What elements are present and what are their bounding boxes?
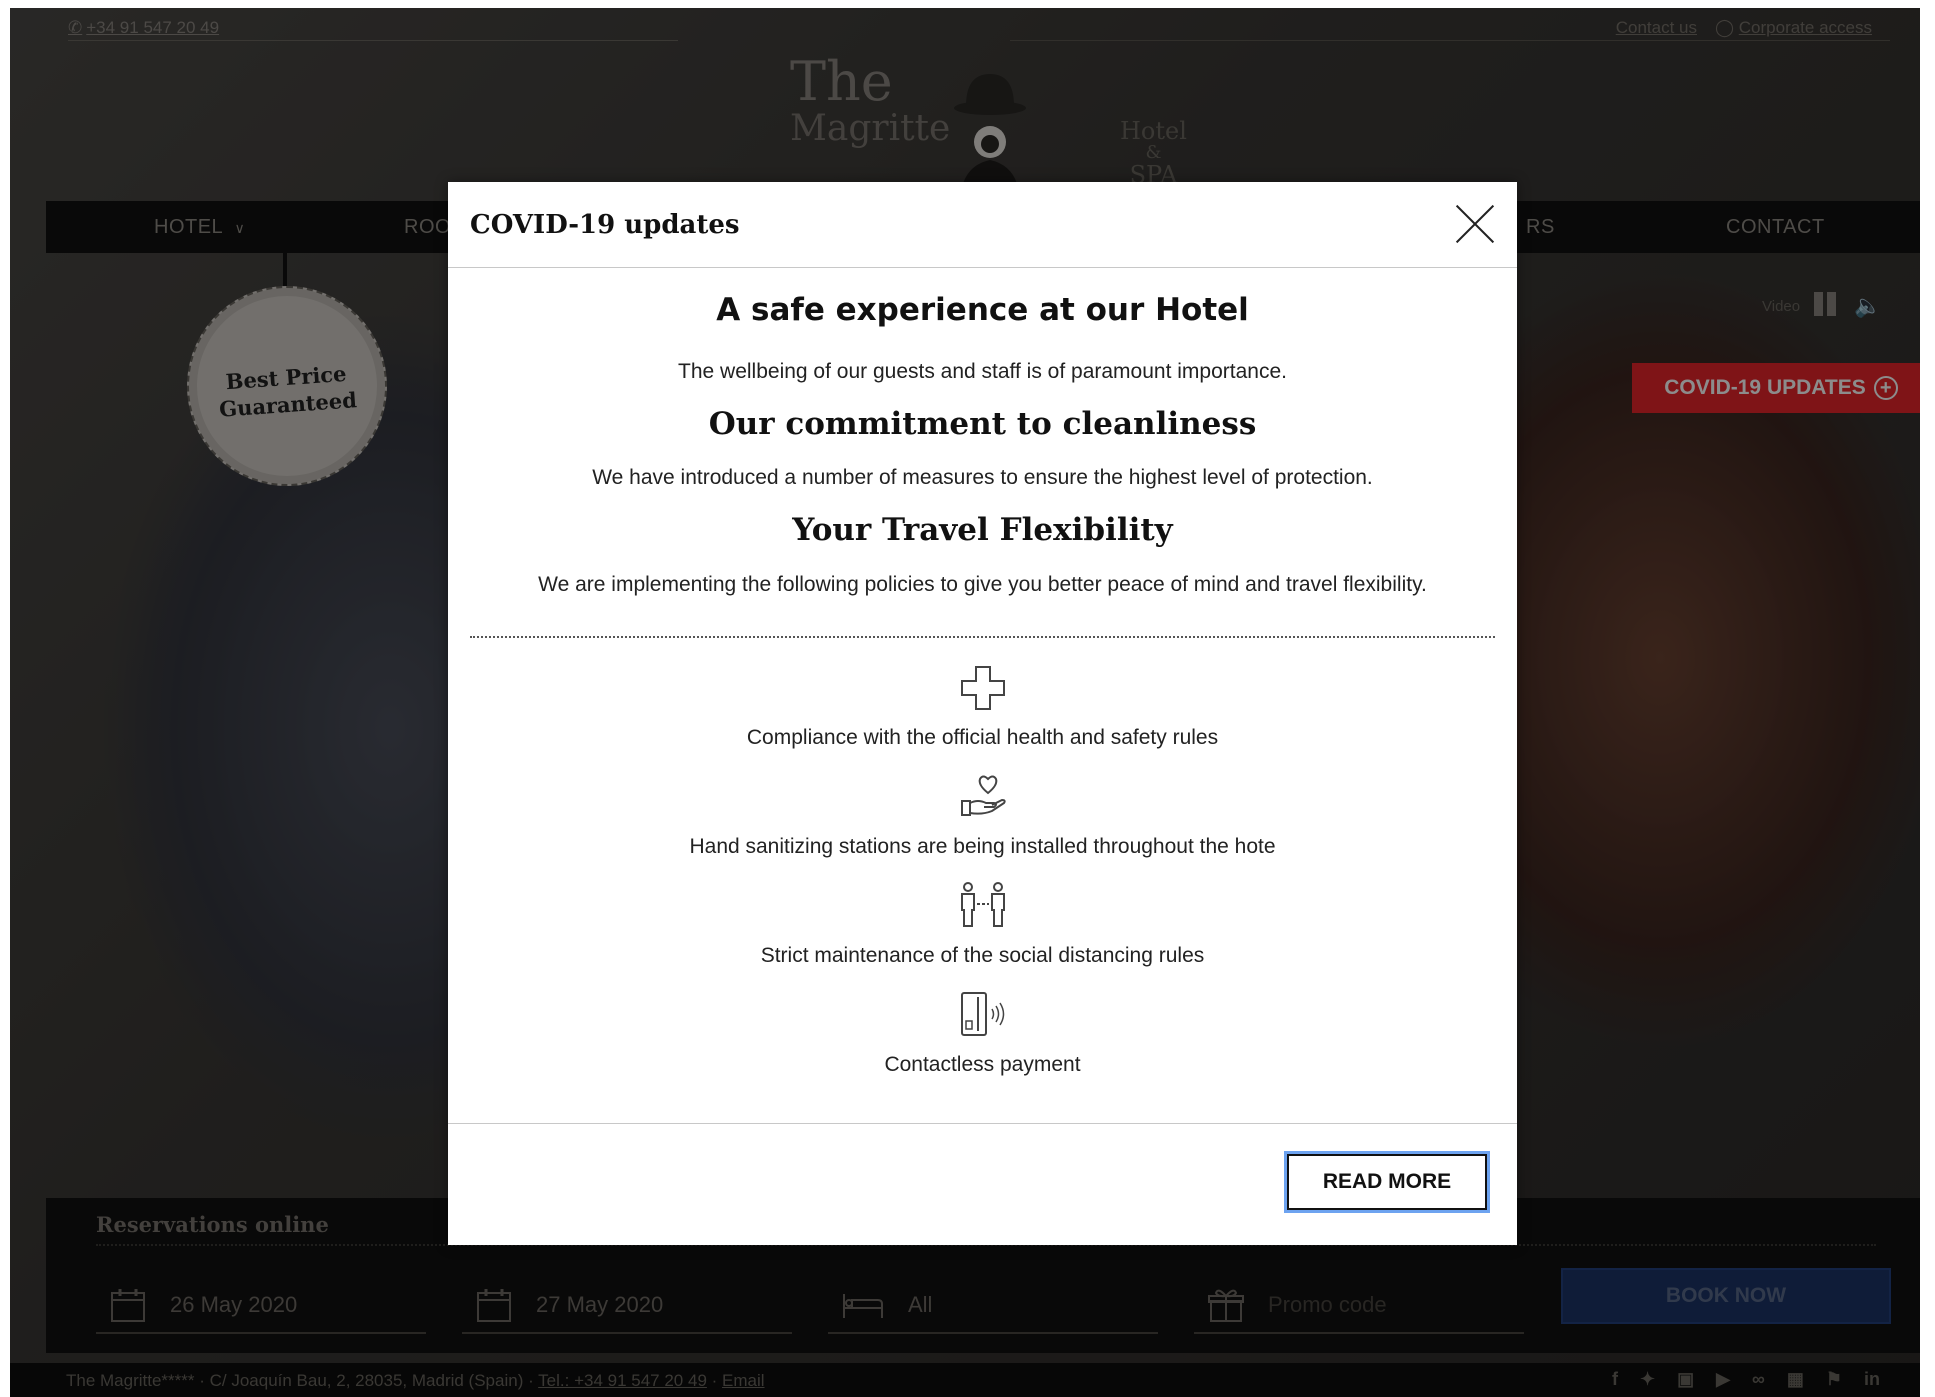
flexibility-text: We are implementing the following polici…	[538, 573, 1427, 596]
modal-body: A safe experience at our Hotel The wellb…	[448, 268, 1517, 1123]
social-distance-icon	[960, 882, 1005, 927]
cleanliness-heading: Our commitment to cleanliness	[708, 406, 1257, 442]
feature-text: Strict maintenance of the social distanc…	[760, 944, 1205, 967]
close-icon[interactable]	[1455, 204, 1495, 244]
feature-text: Hand sanitizing stations are being insta…	[689, 835, 1276, 858]
covid-updates-modal: COVID-19 updates A safe experience at ou…	[448, 182, 1517, 1245]
cleanliness-text: We have introduced a number of measures …	[592, 466, 1373, 489]
heart-hand-icon	[960, 775, 1006, 816]
dotted-separator	[470, 636, 1495, 638]
medical-cross-icon	[960, 666, 1005, 710]
modal-header: COVID-19 updates	[448, 182, 1517, 268]
feature-text: Contactless payment	[884, 1053, 1081, 1076]
read-more-button[interactable]: READ MORE	[1284, 1151, 1490, 1213]
contactless-card-icon	[960, 992, 1004, 1036]
flexibility-heading: Your Travel Flexibility	[792, 512, 1173, 548]
safe-experience-heading: A safe experience at our Hotel	[716, 292, 1249, 328]
modal-footer: READ MORE	[448, 1123, 1517, 1245]
feature-text: Compliance with the official health and …	[746, 726, 1219, 749]
modal-title: COVID-19 updates	[470, 210, 740, 240]
wellbeing-text: The wellbeing of our guests and staff is…	[678, 360, 1287, 383]
